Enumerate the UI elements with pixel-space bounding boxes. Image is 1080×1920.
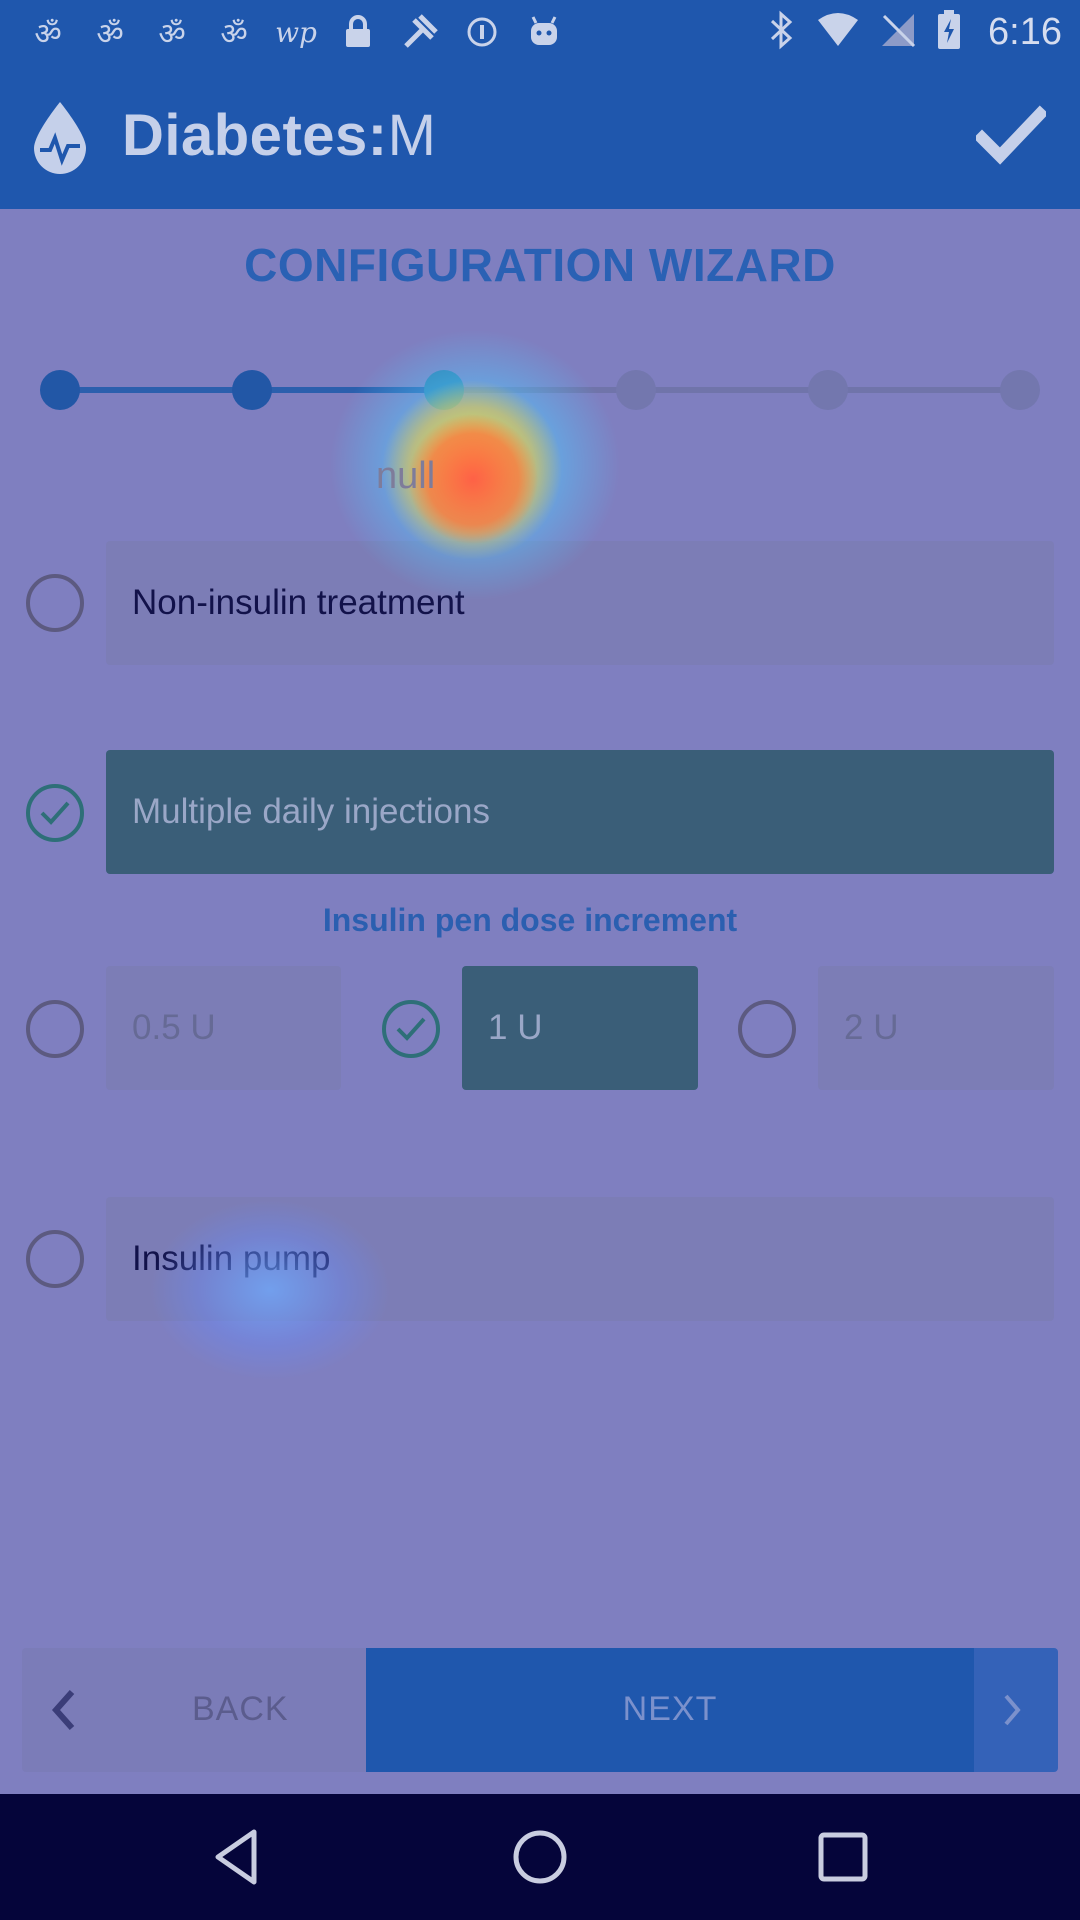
non-insulin-label: Non-insulin treatment xyxy=(132,583,465,622)
back-label: BACK xyxy=(192,1690,289,1728)
screen: ॐ ॐ ॐ ॐ wp 6:16 Diabetes:M CONFIGURATION… xyxy=(0,0,1080,1920)
no-sim-icon xyxy=(880,12,916,53)
notification-icon: ॐ xyxy=(34,16,62,52)
app-bar: Diabetes:M xyxy=(0,64,1080,209)
status-icons-right: 6:16 xyxy=(768,9,1062,56)
chevron-left-icon xyxy=(51,1690,75,1730)
increment-2-option[interactable]: 2 U xyxy=(818,966,1054,1090)
status-time: 6:16 xyxy=(988,10,1062,53)
notification-icon: ॐ xyxy=(220,16,248,52)
chevron-right-icon xyxy=(1004,1694,1021,1726)
mdi-radio[interactable] xyxy=(26,784,84,842)
non-insulin-option[interactable]: Non-insulin treatment xyxy=(106,541,1054,665)
battery-charging-icon xyxy=(936,9,962,56)
system-nav-bar xyxy=(0,1794,1080,1920)
mdi-option[interactable]: Multiple daily injections xyxy=(106,750,1054,874)
nav-recents-icon[interactable] xyxy=(810,1824,876,1890)
non-insulin-radio[interactable] xyxy=(26,574,84,632)
next-button[interactable]: NEXT xyxy=(366,1648,974,1772)
increment-1-label: 1 U xyxy=(488,1008,543,1047)
step-dot-2[interactable] xyxy=(232,370,272,410)
status-bar: ॐ ॐ ॐ ॐ wp 6:16 xyxy=(0,0,1080,64)
step-dot-4[interactable] xyxy=(616,370,656,410)
pump-label: Insulin pump xyxy=(132,1239,331,1278)
lock-icon xyxy=(338,12,378,52)
nav-home-icon[interactable] xyxy=(507,1824,573,1890)
bluetooth-icon xyxy=(768,10,796,55)
wizard-nav-bar: BACK NEXT xyxy=(22,1648,1058,1772)
increment-2-radio[interactable] xyxy=(738,1000,796,1058)
next-arrow-button[interactable] xyxy=(974,1648,1058,1772)
step-dot-3[interactable] xyxy=(424,370,464,410)
back-button[interactable]: BACK xyxy=(22,1648,366,1772)
step-dot-5[interactable] xyxy=(808,370,848,410)
status-icons-left: ॐ ॐ ॐ ॐ wp xyxy=(28,10,564,54)
wizard-title: CONFIGURATION WIZARD xyxy=(244,239,836,291)
notification-icon: ॐ xyxy=(96,16,124,52)
app-title: Diabetes:M xyxy=(122,102,436,169)
pen-increment-heading: Insulin pen dose increment xyxy=(322,902,738,938)
increment-2-label: 2 U xyxy=(844,1008,899,1047)
nav-back-icon[interactable] xyxy=(204,1824,270,1890)
wp-icon: wp xyxy=(275,15,317,49)
wizard-stepper xyxy=(40,368,1040,412)
info-icon xyxy=(462,12,502,52)
mdi-label: Multiple daily injections xyxy=(132,792,490,831)
satellite-icon xyxy=(400,12,440,52)
step-dot-6[interactable] xyxy=(1000,370,1040,410)
pump-option[interactable]: Insulin pump xyxy=(106,1197,1054,1321)
increment-0-5-radio[interactable] xyxy=(26,1000,84,1058)
app-logo-icon xyxy=(34,102,86,174)
app-title-suffix: M xyxy=(387,103,437,168)
increment-0-5-label: 0.5 U xyxy=(132,1008,216,1047)
android-icon xyxy=(524,12,564,52)
step-dot-1[interactable] xyxy=(40,370,80,410)
stepper-remaining-line xyxy=(444,387,1020,393)
increment-1-option[interactable]: 1 U xyxy=(462,966,698,1090)
step-label: null xyxy=(376,455,436,497)
next-label: NEXT xyxy=(622,1690,718,1728)
confirm-check-button[interactable] xyxy=(976,104,1046,168)
check-icon xyxy=(40,801,70,825)
pump-radio[interactable] xyxy=(26,1230,84,1288)
app-title-main: Diabetes: xyxy=(122,103,388,168)
increment-0-5-option[interactable]: 0.5 U xyxy=(106,966,341,1090)
notification-icon: ॐ xyxy=(158,16,186,52)
wifi-icon xyxy=(816,12,860,53)
increment-1-radio[interactable] xyxy=(382,1000,440,1058)
check-icon xyxy=(396,1017,426,1041)
